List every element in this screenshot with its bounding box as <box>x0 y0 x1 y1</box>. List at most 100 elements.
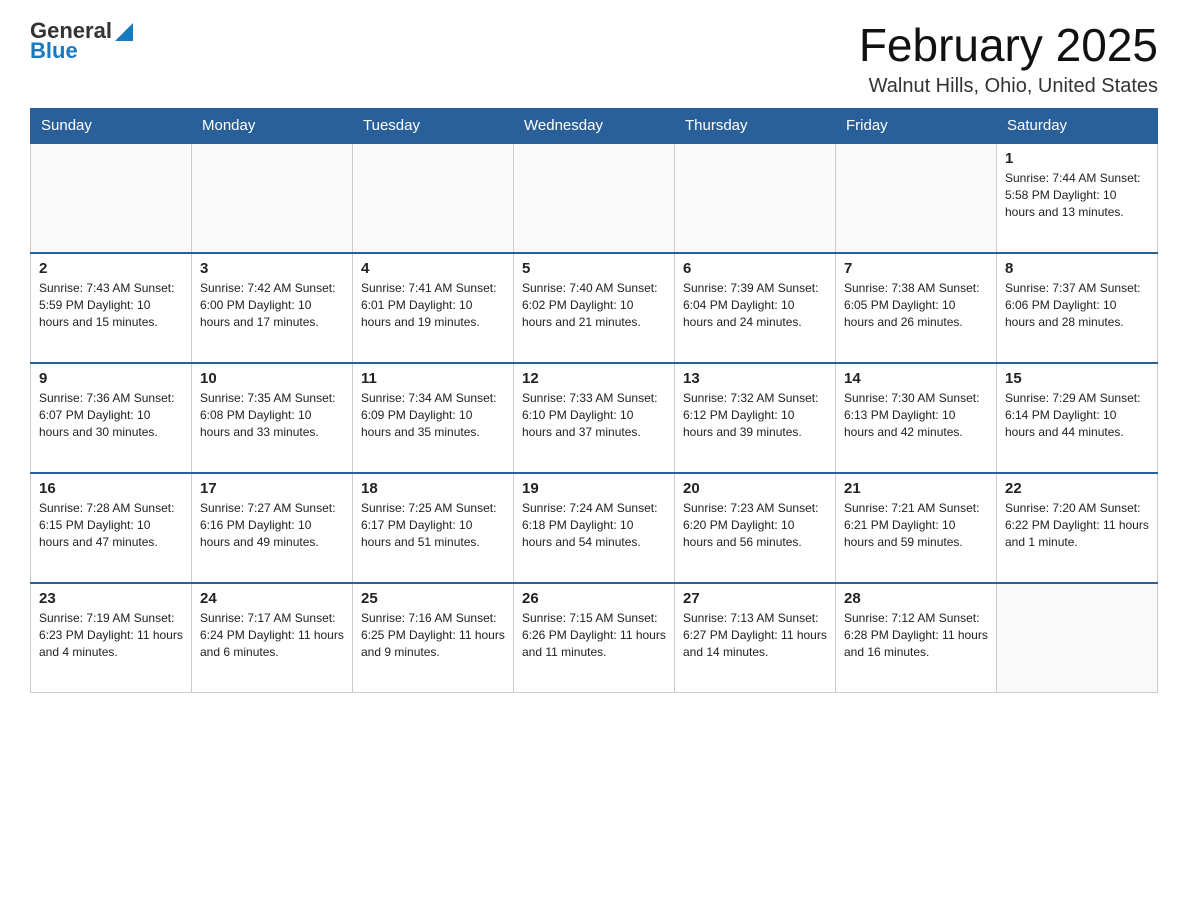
calendar-cell: 15 Sunrise: 7:29 AM Sunset: 6:14 PM Dayli… <box>997 363 1158 473</box>
title-area: February 2025 Walnut Hills, Ohio, United… <box>859 20 1158 98</box>
day-info: Sunrise: 7:16 AM Sunset: 6:25 PM Dayligh… <box>361 610 505 662</box>
calendar-header-row: SundayMondayTuesdayWednesdayThursdayFrid… <box>31 108 1158 143</box>
calendar-cell: 27Sunrise: 7:13 AM Sunset: 6:27 PM Dayli… <box>675 583 836 693</box>
calendar-cell: 20 Sunrise: 7:23 AM Sunset: 6:20 PM Dayli… <box>675 473 836 583</box>
calendar-cell: 9 Sunrise: 7:36 AM Sunset: 6:07 PM Daylig… <box>31 363 192 473</box>
calendar-cell <box>192 143 353 253</box>
day-info: Sunrise: 7:33 AM Sunset: 6:10 PM Dayligh… <box>522 390 666 442</box>
calendar-cell: 11 Sunrise: 7:34 AM Sunset: 6:09 PM Dayli… <box>353 363 514 473</box>
day-number: 18 <box>361 480 505 497</box>
calendar-cell <box>353 143 514 253</box>
day-info: Sunrise: 7:34 AM Sunset: 6:09 PM Dayligh… <box>361 390 505 442</box>
day-number: 5 <box>522 260 666 277</box>
calendar-cell: 3Sunrise: 7:42 AM Sunset: 6:00 PM Daylig… <box>192 253 353 363</box>
logo-triangle-icon <box>115 23 133 41</box>
page-header: General Blue February 2025 Walnut Hills,… <box>30 20 1158 98</box>
calendar-cell: 23 Sunrise: 7:19 AM Sunset: 6:23 PM Dayli… <box>31 583 192 693</box>
day-info: Sunrise: 7:42 AM Sunset: 6:00 PM Dayligh… <box>200 280 344 332</box>
week-row-1: 1 Sunrise: 7:44 AM Sunset: 5:58 PM Daylig… <box>31 143 1158 253</box>
day-number: 22 <box>1005 480 1149 497</box>
calendar-cell: 10Sunrise: 7:35 AM Sunset: 6:08 PM Dayli… <box>192 363 353 473</box>
day-info: Sunrise: 7:27 AM Sunset: 6:16 PM Dayligh… <box>200 500 344 552</box>
day-info: Sunrise: 7:43 AM Sunset: 5:59 PM Dayligh… <box>39 280 183 332</box>
week-row-5: 23 Sunrise: 7:19 AM Sunset: 6:23 PM Dayli… <box>31 583 1158 693</box>
calendar-cell: 12 Sunrise: 7:33 AM Sunset: 6:10 PM Dayli… <box>514 363 675 473</box>
calendar-cell <box>836 143 997 253</box>
calendar-cell <box>997 583 1158 693</box>
calendar-cell: 19 Sunrise: 7:24 AM Sunset: 6:18 PM Dayli… <box>514 473 675 583</box>
day-info: Sunrise: 7:39 AM Sunset: 6:04 PM Dayligh… <box>683 280 827 332</box>
calendar-cell <box>31 143 192 253</box>
calendar-cell: 17Sunrise: 7:27 AM Sunset: 6:16 PM Dayli… <box>192 473 353 583</box>
calendar-cell: 18 Sunrise: 7:25 AM Sunset: 6:17 PM Dayli… <box>353 473 514 583</box>
calendar-cell: 21 Sunrise: 7:21 AM Sunset: 6:21 PM Dayli… <box>836 473 997 583</box>
col-header-wednesday: Wednesday <box>514 108 675 143</box>
calendar-cell: 28 Sunrise: 7:12 AM Sunset: 6:28 PM Dayli… <box>836 583 997 693</box>
calendar-cell: 7 Sunrise: 7:38 AM Sunset: 6:05 PM Daylig… <box>836 253 997 363</box>
day-number: 4 <box>361 260 505 277</box>
week-row-4: 16 Sunrise: 7:28 AM Sunset: 6:15 PM Dayli… <box>31 473 1158 583</box>
col-header-tuesday: Tuesday <box>353 108 514 143</box>
col-header-friday: Friday <box>836 108 997 143</box>
day-number: 7 <box>844 260 988 277</box>
day-info: Sunrise: 7:29 AM Sunset: 6:14 PM Dayligh… <box>1005 390 1149 442</box>
day-number: 20 <box>683 480 827 497</box>
day-info: Sunrise: 7:28 AM Sunset: 6:15 PM Dayligh… <box>39 500 183 552</box>
day-info: Sunrise: 7:44 AM Sunset: 5:58 PM Dayligh… <box>1005 170 1149 222</box>
day-number: 15 <box>1005 370 1149 387</box>
month-title: February 2025 <box>859 20 1158 71</box>
day-number: 24 <box>200 590 344 607</box>
day-number: 13 <box>683 370 827 387</box>
day-number: 8 <box>1005 260 1149 277</box>
day-info: Sunrise: 7:24 AM Sunset: 6:18 PM Dayligh… <box>522 500 666 552</box>
day-number: 21 <box>844 480 988 497</box>
day-number: 12 <box>522 370 666 387</box>
day-info: Sunrise: 7:23 AM Sunset: 6:20 PM Dayligh… <box>683 500 827 552</box>
day-info: Sunrise: 7:30 AM Sunset: 6:13 PM Dayligh… <box>844 390 988 442</box>
day-info: Sunrise: 7:36 AM Sunset: 6:07 PM Dayligh… <box>39 390 183 442</box>
calendar-cell: 6 Sunrise: 7:39 AM Sunset: 6:04 PM Daylig… <box>675 253 836 363</box>
day-number: 25 <box>361 590 505 607</box>
day-info: Sunrise: 7:25 AM Sunset: 6:17 PM Dayligh… <box>361 500 505 552</box>
calendar-cell: 1 Sunrise: 7:44 AM Sunset: 5:58 PM Daylig… <box>997 143 1158 253</box>
col-header-saturday: Saturday <box>997 108 1158 143</box>
day-number: 28 <box>844 590 988 607</box>
calendar-cell <box>514 143 675 253</box>
day-info: Sunrise: 7:38 AM Sunset: 6:05 PM Dayligh… <box>844 280 988 332</box>
week-row-2: 2Sunrise: 7:43 AM Sunset: 5:59 PM Daylig… <box>31 253 1158 363</box>
day-info: Sunrise: 7:17 AM Sunset: 6:24 PM Dayligh… <box>200 610 344 662</box>
day-info: Sunrise: 7:19 AM Sunset: 6:23 PM Dayligh… <box>39 610 183 662</box>
day-number: 27 <box>683 590 827 607</box>
calendar-cell: 22Sunrise: 7:20 AM Sunset: 6:22 PM Dayli… <box>997 473 1158 583</box>
calendar-cell: 2Sunrise: 7:43 AM Sunset: 5:59 PM Daylig… <box>31 253 192 363</box>
calendar-cell: 25 Sunrise: 7:16 AM Sunset: 6:25 PM Dayli… <box>353 583 514 693</box>
day-info: Sunrise: 7:32 AM Sunset: 6:12 PM Dayligh… <box>683 390 827 442</box>
location: Walnut Hills, Ohio, United States <box>859 75 1158 98</box>
day-number: 19 <box>522 480 666 497</box>
day-info: Sunrise: 7:40 AM Sunset: 6:02 PM Dayligh… <box>522 280 666 332</box>
col-header-thursday: Thursday <box>675 108 836 143</box>
col-header-monday: Monday <box>192 108 353 143</box>
calendar-cell: 26 Sunrise: 7:15 AM Sunset: 6:26 PM Dayli… <box>514 583 675 693</box>
day-info: Sunrise: 7:15 AM Sunset: 6:26 PM Dayligh… <box>522 610 666 662</box>
col-header-sunday: Sunday <box>31 108 192 143</box>
calendar-cell: 4 Sunrise: 7:41 AM Sunset: 6:01 PM Daylig… <box>353 253 514 363</box>
day-number: 16 <box>39 480 183 497</box>
day-number: 26 <box>522 590 666 607</box>
day-info: Sunrise: 7:21 AM Sunset: 6:21 PM Dayligh… <box>844 500 988 552</box>
day-number: 14 <box>844 370 988 387</box>
calendar-cell: 13 Sunrise: 7:32 AM Sunset: 6:12 PM Dayli… <box>675 363 836 473</box>
logo-blue: Blue <box>30 40 133 62</box>
week-row-3: 9 Sunrise: 7:36 AM Sunset: 6:07 PM Daylig… <box>31 363 1158 473</box>
day-number: 23 <box>39 590 183 607</box>
calendar-cell: 8Sunrise: 7:37 AM Sunset: 6:06 PM Daylig… <box>997 253 1158 363</box>
day-number: 11 <box>361 370 505 387</box>
day-info: Sunrise: 7:41 AM Sunset: 6:01 PM Dayligh… <box>361 280 505 332</box>
day-number: 6 <box>683 260 827 277</box>
day-number: 1 <box>1005 150 1149 167</box>
day-info: Sunrise: 7:12 AM Sunset: 6:28 PM Dayligh… <box>844 610 988 662</box>
day-info: Sunrise: 7:35 AM Sunset: 6:08 PM Dayligh… <box>200 390 344 442</box>
calendar-cell: 14 Sunrise: 7:30 AM Sunset: 6:13 PM Dayli… <box>836 363 997 473</box>
calendar-cell: 24 Sunrise: 7:17 AM Sunset: 6:24 PM Dayli… <box>192 583 353 693</box>
day-number: 9 <box>39 370 183 387</box>
